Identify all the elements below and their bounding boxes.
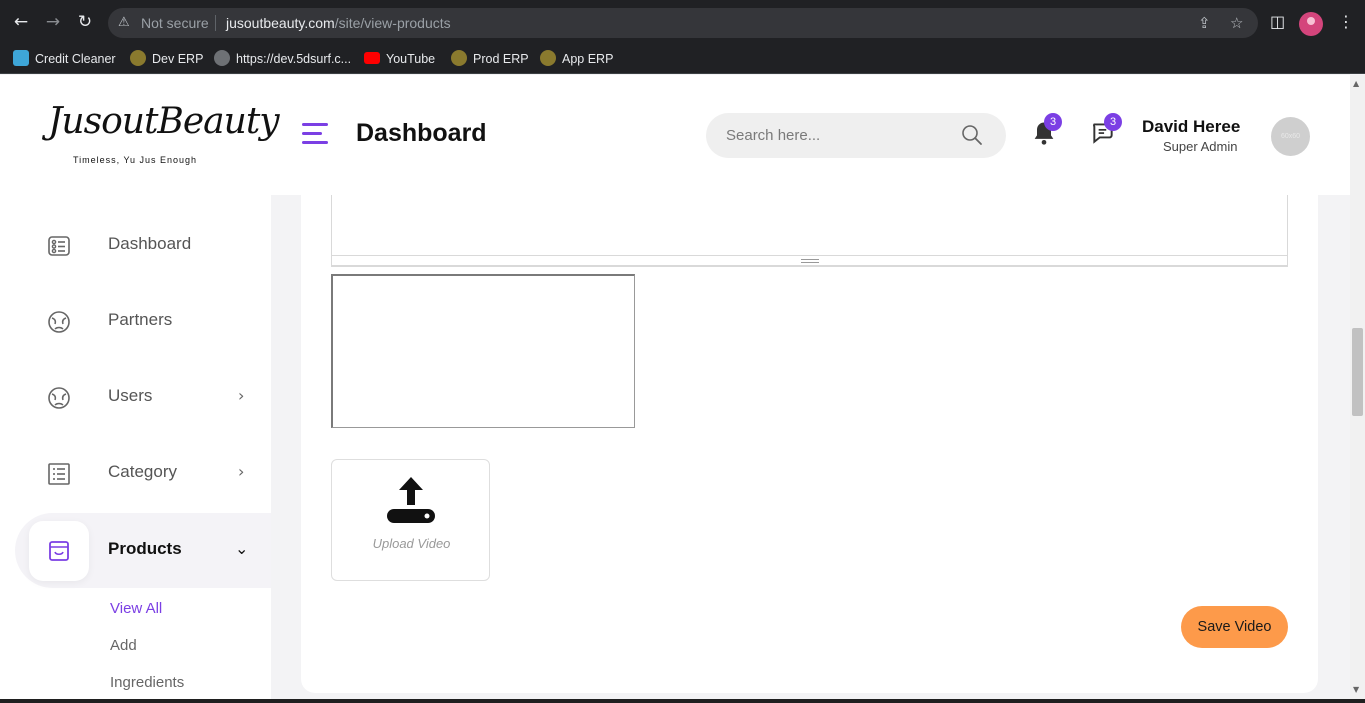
bookmark-dev-erp[interactable]: Dev ERP <box>130 49 203 69</box>
star-icon[interactable]: ☆ <box>1230 8 1243 38</box>
credit-cleaner-icon <box>13 50 29 66</box>
notification-badge: 3 <box>1044 113 1062 131</box>
page-title: Dashboard <box>356 119 487 147</box>
content-card: Upload Video Save Video <box>301 195 1318 693</box>
bookmark-prod-erp[interactable]: Prod ERP <box>451 49 529 69</box>
url-text[interactable]: jusoutbeauty.com/site/view-products <box>226 8 451 38</box>
video-preview[interactable] <box>331 274 635 428</box>
back-icon[interactable]: ← <box>11 12 31 32</box>
more-menu-icon[interactable]: ⋮ <box>1338 12 1354 32</box>
search-bar <box>706 113 1006 158</box>
youtube-icon <box>364 52 380 64</box>
sidebar-item-label: Dashboard <box>108 234 192 253</box>
submenu-add[interactable]: Add <box>110 637 137 654</box>
upload-video-button[interactable]: Upload Video <box>331 459 490 581</box>
reload-icon[interactable]: ↻ <box>75 12 95 32</box>
save-video-button[interactable]: Save Video <box>1181 606 1288 648</box>
scrollbar-thumb[interactable] <box>1352 328 1363 416</box>
editor-resize-handle[interactable] <box>331 255 1288 266</box>
logo-tagline: Timeless, Yu Jus Enough <box>73 155 198 165</box>
upload-label: Upload Video <box>372 536 451 551</box>
menu-toggle-icon[interactable] <box>302 123 328 145</box>
bookmark-credit-cleaner[interactable]: Credit Cleaner <box>13 49 116 69</box>
sidebar-item-products[interactable]: Products ⌄ <box>15 513 271 588</box>
address-bar[interactable]: ⚠ Not secure jusoutbeauty.com/site/view-… <box>108 8 1258 38</box>
bookmark-dev-5dsurf[interactable]: https://dev.5dsurf.c... <box>214 49 351 69</box>
products-icon <box>49 541 69 561</box>
erp-icon <box>540 50 556 66</box>
side-panel-icon[interactable]: ◫ <box>1270 12 1285 32</box>
avatar[interactable]: 60x60 <box>1271 117 1310 156</box>
address-separator <box>215 15 216 31</box>
share-icon[interactable]: ⇪ <box>1198 8 1211 38</box>
warning-icon: ⚠ <box>118 15 130 30</box>
profile-avatar[interactable] <box>1299 12 1323 36</box>
sidebar-item-label: Partners <box>108 310 173 329</box>
partners-icon <box>48 311 70 333</box>
sidebar-item-label: Users <box>108 386 153 405</box>
sidebar: Dashboard Partners Users › Category › Pr… <box>0 195 271 703</box>
search-input[interactable] <box>726 123 956 148</box>
bookmark-app-erp[interactable]: App ERP <box>540 49 613 69</box>
sidebar-item-users[interactable]: Users › <box>0 368 271 428</box>
bookmark-youtube[interactable]: YouTube <box>364 49 435 69</box>
dashboard-icon <box>48 236 70 256</box>
chevron-right-icon: › <box>238 462 245 481</box>
upload-icon <box>387 477 435 523</box>
user-name[interactable]: David Heree <box>1142 117 1240 137</box>
message-badge: 3 <box>1104 113 1122 131</box>
logo-script: JusoutBeauty <box>48 101 280 142</box>
chevron-down-icon: ⌄ <box>235 539 249 558</box>
taskbar-edge <box>0 699 1365 703</box>
browser-toolbar: ← → ↻ ⚠ Not secure jusoutbeauty.com/site… <box>0 0 1365 44</box>
category-icon <box>48 463 70 485</box>
app-viewport: JusoutBeauty Timeless, Yu Jus Enough Das… <box>0 75 1365 703</box>
erp-icon <box>130 50 146 66</box>
messages-button[interactable]: 3 <box>1090 113 1122 149</box>
sidebar-item-label: Category <box>108 462 177 481</box>
top-header: JusoutBeauty Timeless, Yu Jus Enough Das… <box>0 75 1350 195</box>
user-role: Super Admin <box>1163 139 1238 154</box>
globe-icon <box>214 50 230 66</box>
sidebar-item-category[interactable]: Category › <box>0 444 271 504</box>
submenu-ingredients[interactable]: Ingredients <box>110 674 184 691</box>
chevron-right-icon: › <box>238 386 245 405</box>
search-icon[interactable] <box>960 123 984 147</box>
users-icon <box>48 387 70 409</box>
notifications-button[interactable]: 3 <box>1030 113 1062 149</box>
scroll-up-icon[interactable]: ▲ <box>1353 79 1359 88</box>
bookmarks-bar: Credit Cleaner Dev ERP https://dev.5dsur… <box>0 44 1365 74</box>
products-icon-box <box>29 521 89 581</box>
security-label: Not secure <box>141 15 209 31</box>
sidebar-item-dashboard[interactable]: Dashboard <box>0 216 271 276</box>
sidebar-item-label: Products <box>108 539 182 558</box>
sidebar-item-partners[interactable]: Partners <box>0 292 271 352</box>
erp-icon <box>451 50 467 66</box>
brand-logo[interactable]: JusoutBeauty Timeless, Yu Jus Enough <box>48 99 280 171</box>
submenu-view-all[interactable]: View All <box>110 600 162 617</box>
scroll-down-icon[interactable]: ▼ <box>1353 685 1359 694</box>
forward-icon[interactable]: → <box>43 12 63 32</box>
page-scrollbar[interactable]: ▲ ▼ <box>1350 75 1365 703</box>
